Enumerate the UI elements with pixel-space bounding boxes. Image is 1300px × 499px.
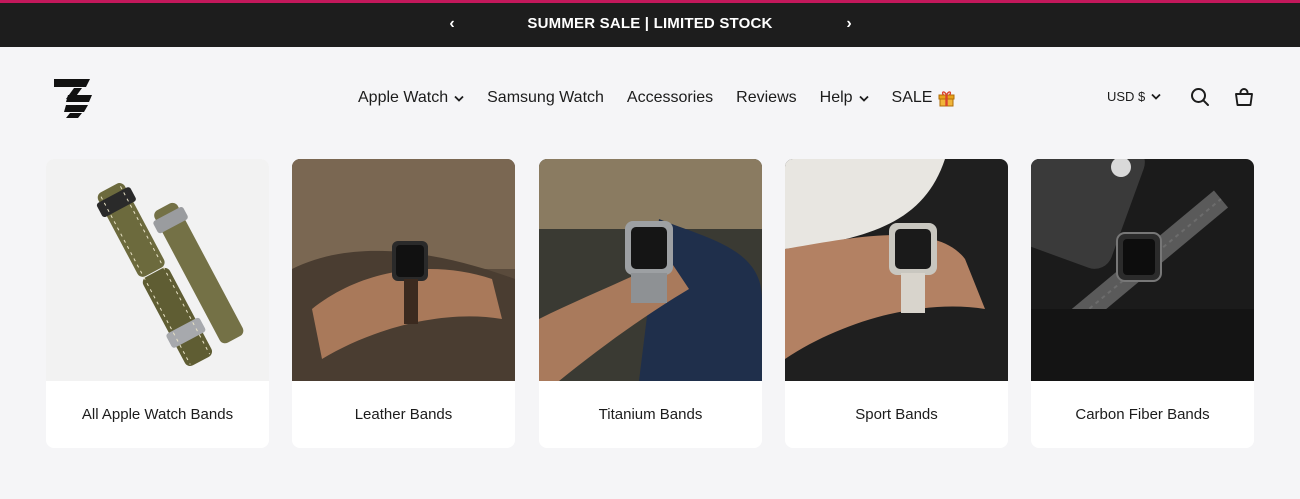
nav-item-label: Help <box>819 89 853 106</box>
logo-mark-icon <box>54 79 92 118</box>
nav-item-accessories[interactable]: Accessories <box>627 89 713 107</box>
announcement-next-button[interactable]: › <box>837 12 861 36</box>
nav-item-label: Apple Watch <box>358 89 449 106</box>
collection-label: All Apple Watch Bands <box>81 406 234 423</box>
collection-card-carbon-fiber-bands[interactable]: Carbon Fiber Bands <box>1031 159 1254 448</box>
gift-icon <box>938 91 955 107</box>
product-image-sport-bands <box>785 159 1008 381</box>
chevron-down-icon <box>454 95 464 102</box>
nav-item-sale[interactable]: SALE <box>892 89 956 107</box>
cart-button[interactable] <box>1233 86 1255 108</box>
collection-card-titanium-bands[interactable]: Titanium Bands <box>539 159 762 448</box>
announcement-bar: ‹ SUMMER SALE | LIMITED STOCK › <box>0 0 1300 47</box>
nav-item-label: Accessories <box>626 89 714 106</box>
currency-label: USD $ <box>1107 89 1146 104</box>
product-image-titanium-bands <box>539 159 762 381</box>
collection-label: Titanium Bands <box>598 406 703 423</box>
product-image-all-apple-watch-bands <box>46 159 269 381</box>
collection-label: Carbon Fiber Bands <box>1075 406 1210 423</box>
cart-icon <box>1235 88 1253 106</box>
search-button[interactable] <box>1189 86 1211 108</box>
collection-label: Leather Bands <box>354 406 453 423</box>
collection-label: Sport Bands <box>855 406 938 423</box>
nav-item-label: SALE <box>891 89 933 106</box>
collection-card-all-apple-watch-bands[interactable]: All Apple Watch Bands <box>46 159 269 448</box>
nav-item-label: Samsung Watch <box>487 89 604 106</box>
nav-item-label: Reviews <box>736 89 797 106</box>
collection-card-sport-bands[interactable]: Sport Bands <box>785 159 1008 448</box>
nav-item-help[interactable]: Help <box>820 89 869 107</box>
nav-item-samsung-watch[interactable]: Samsung Watch <box>487 89 604 107</box>
main-nav: Apple Watch Samsung Watch Accessories Re… <box>358 86 955 110</box>
nav-item-apple-watch[interactable]: Apple Watch <box>358 89 464 107</box>
chevron-down-icon <box>1151 93 1161 100</box>
product-image-leather-bands <box>292 159 515 381</box>
announcement-prev-button[interactable]: ‹ <box>440 12 464 36</box>
nav-item-reviews[interactable]: Reviews <box>736 89 796 107</box>
brand-logo[interactable] <box>52 77 94 119</box>
chevron-down-icon <box>858 95 869 102</box>
search-icon <box>1191 88 1209 106</box>
announcement-text: SUMMER SALE | LIMITED STOCK <box>527 15 773 32</box>
collection-card-leather-bands[interactable]: Leather Bands <box>292 159 515 448</box>
product-image-carbon-fiber-bands <box>1031 159 1254 381</box>
currency-selector[interactable]: USD $ <box>1107 89 1161 104</box>
